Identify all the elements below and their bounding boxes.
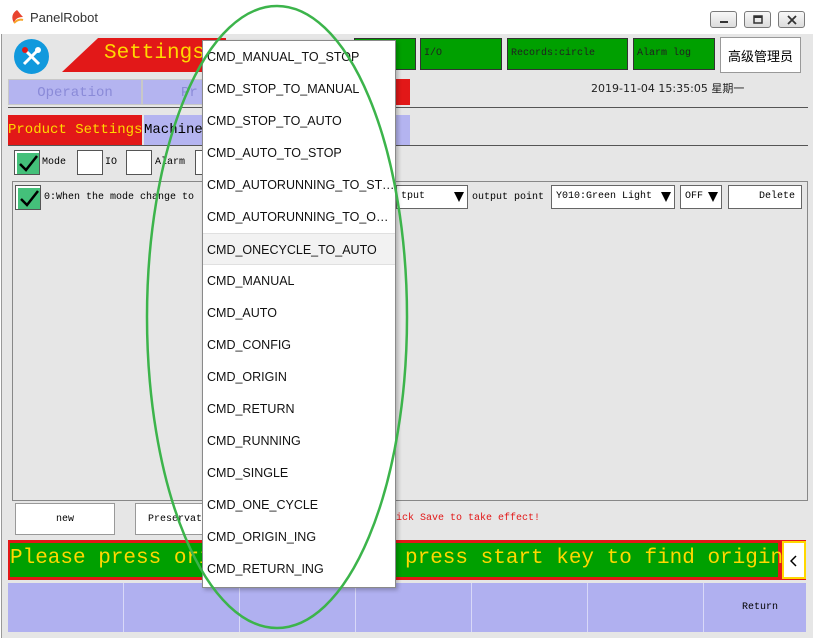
return-label: Return	[742, 602, 779, 613]
io-label: IO	[105, 157, 118, 168]
tools-button[interactable]	[14, 39, 49, 74]
dropdown-item[interactable]: CMD_ORIGIN	[203, 361, 395, 393]
dropdown-item[interactable]: CMD_ONECYCLE_TO_AUTO	[203, 233, 395, 265]
message-text-left: Please press ori	[10, 547, 212, 570]
function-key-4[interactable]	[356, 583, 472, 632]
tab-operation[interactable]: Operation	[8, 79, 142, 105]
dropdown-item[interactable]: CMD_ONE_CYCLE	[203, 489, 395, 521]
minimize-button[interactable]	[710, 11, 737, 28]
admin-user-button[interactable]: 高级管理员	[720, 37, 801, 73]
dropdown-item[interactable]: CMD_RETURN	[203, 393, 395, 425]
alarm-checkbox[interactable]	[126, 150, 152, 175]
dropdown-item[interactable]: CMD_AUTORUNNING_TO_STOP	[203, 169, 395, 201]
chevron-left-icon	[790, 555, 797, 567]
function-key-2[interactable]	[124, 583, 240, 632]
output-type-value: tput	[401, 191, 426, 202]
rule-description: 0:When the mode change to	[44, 192, 195, 203]
message-scroll-button[interactable]	[782, 541, 806, 579]
close-icon	[787, 15, 797, 25]
io-checkbox[interactable]	[77, 150, 103, 175]
dropdown-item[interactable]: CMD_RETURN_ING	[203, 553, 395, 585]
rule-enabled-checkbox[interactable]	[15, 185, 41, 210]
output-state-value: OFF	[685, 191, 704, 202]
function-key-1[interactable]	[8, 583, 124, 632]
dropdown-item[interactable]: CMD_CONFIG	[203, 329, 395, 361]
output-point-value: Y010:Green Light	[556, 191, 653, 202]
dropdown-item[interactable]: CMD_AUTO	[203, 297, 395, 329]
dropdown-item[interactable]: CMD_ORIGIN_ING	[203, 521, 395, 553]
page-title: Settings	[104, 42, 205, 65]
dropdown-item[interactable]: CMD_MANUAL_TO_STOP	[203, 41, 395, 73]
dropdown-item[interactable]: CMD_RUNNING	[203, 425, 395, 457]
output-state-select[interactable]: OFF	[680, 185, 722, 209]
alarm-label: Alarm	[155, 157, 186, 168]
checkmark-icon	[18, 188, 40, 209]
dropdown-item[interactable]: CMD_AUTORUNNING_TO_ONECYCLE	[203, 201, 395, 233]
output-point-label: output point	[472, 192, 545, 203]
nav-records-button[interactable]: Records:circle	[507, 38, 628, 70]
output-point-select[interactable]: Y010:Green Light	[551, 185, 675, 209]
mode-checkbox[interactable]	[14, 150, 40, 175]
dropdown-item[interactable]: CMD_AUTO_TO_STOP	[203, 137, 395, 169]
dropdown-item[interactable]: CMD_MANUAL	[203, 265, 395, 297]
dropdown-item[interactable]: CMD_STOP_TO_AUTO	[203, 105, 395, 137]
command-dropdown-list: CMD_MANUAL_TO_STOP CMD_STOP_TO_MANUAL CMD_…	[202, 40, 396, 588]
tab-product-settings[interactable]: Product Settings	[8, 115, 142, 145]
dropdown-item[interactable]: CMD_STOP_TO_MANUAL	[203, 73, 395, 105]
close-button[interactable]	[778, 11, 805, 28]
rule-list-panel	[12, 181, 808, 501]
save-hint-text: lick Save to take effect!	[390, 513, 541, 524]
output-type-select[interactable]: tput	[396, 185, 468, 209]
dropdown-item[interactable]: CMD_SINGLE	[203, 457, 395, 489]
new-button[interactable]: new	[15, 503, 115, 535]
app-title: PanelRobot	[30, 10, 98, 25]
tab-machine[interactable]: Machine	[144, 115, 204, 145]
dropdown-arrow-icon	[454, 192, 464, 202]
nav-alarm-log-button[interactable]: Alarm log	[633, 38, 715, 70]
datetime-display: 2019-11-04 15:35:05 星期一	[591, 82, 745, 95]
divider	[8, 107, 808, 108]
dropdown-arrow-icon	[708, 192, 718, 202]
wrench-screwdriver-icon	[22, 47, 41, 66]
divider	[8, 145, 808, 146]
maximize-button[interactable]	[744, 11, 771, 28]
save-button[interactable]: Preservat	[135, 503, 205, 535]
mode-label: Mode	[42, 157, 67, 168]
minimize-icon	[720, 21, 728, 23]
message-text-right: press start key to find origin	[405, 547, 784, 570]
dropdown-arrow-icon	[661, 192, 671, 202]
function-key-5[interactable]	[472, 583, 588, 632]
function-key-3[interactable]	[240, 583, 356, 632]
title-bar	[0, 0, 816, 34]
nav-io-button[interactable]: I/O	[420, 38, 502, 70]
delete-button[interactable]: Delete	[728, 185, 802, 209]
maximize-icon	[753, 15, 763, 24]
function-key-6[interactable]	[588, 583, 704, 632]
checkmark-icon	[17, 153, 39, 174]
app-logo-icon	[9, 9, 25, 25]
